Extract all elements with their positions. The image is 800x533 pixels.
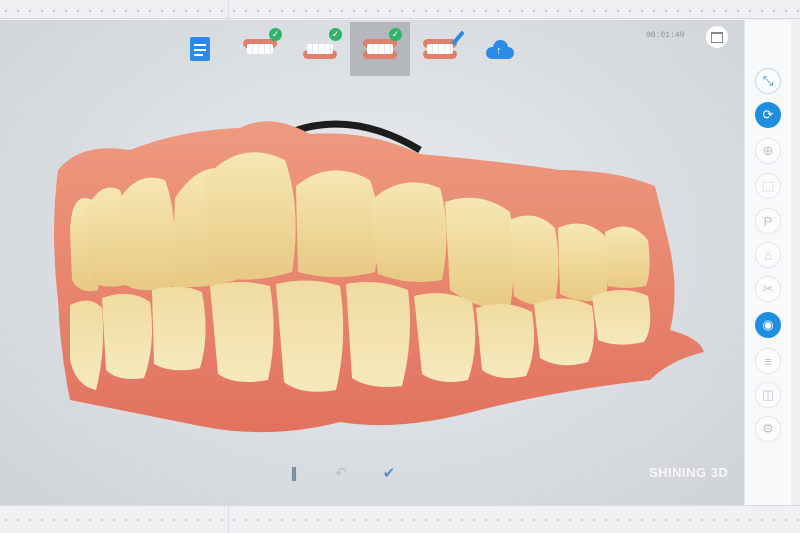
frame-line-bottom — [0, 505, 800, 506]
scan-timer: 00:01:49 — [646, 31, 685, 40]
frame-line-top — [0, 18, 800, 19]
step-bite-scan[interactable]: ✓ — [350, 22, 410, 76]
undo-button[interactable]: ↶ — [328, 460, 354, 486]
right-toolbar: ⤡ ⟳ ⊕ ⬚ P ⌂ ✂ ◉ ≡ ◫ ⚙ — [744, 20, 791, 505]
window-mode-icon[interactable] — [705, 25, 729, 49]
lower-jaw-icon — [303, 39, 337, 59]
dental-scan-model[interactable] — [40, 90, 720, 450]
step-edit[interactable] — [410, 22, 470, 76]
scan-controls: || ↶ ✔ — [280, 460, 402, 486]
brand-watermark: SHINING 3D — [649, 465, 729, 480]
step-upper-jaw-scan[interactable]: ✓ — [230, 22, 290, 76]
align-button[interactable]: ⊕ — [755, 138, 781, 164]
lock-button[interactable]: ⌂ — [755, 242, 781, 268]
step-upload[interactable]: ↑ — [470, 22, 530, 76]
fit-view-button[interactable]: ⤡ — [755, 68, 781, 94]
pause-button[interactable]: || — [280, 460, 306, 486]
check-icon: ✓ — [329, 28, 342, 41]
trim-button[interactable]: ✂ — [755, 276, 781, 302]
workflow-steps: ✓ ✓ ✓ ↑ — [170, 22, 530, 76]
bite-icon — [363, 39, 397, 59]
step-lower-jaw-scan[interactable]: ✓ — [290, 22, 350, 76]
cloud-upload-icon: ↑ — [484, 38, 516, 60]
check-icon: ✓ — [269, 28, 282, 41]
check-icon: ✓ — [389, 28, 402, 41]
section-button[interactable]: ◫ — [755, 382, 781, 408]
step-order-form[interactable] — [170, 22, 230, 76]
settings-button[interactable]: ⚙ — [755, 416, 781, 442]
measure-button[interactable]: ≡ — [755, 348, 781, 374]
upper-jaw-icon — [243, 39, 277, 59]
frame-dots-bottom — [0, 517, 800, 523]
text-note-button[interactable]: P — [755, 208, 781, 234]
tooth-select-button[interactable]: ⬚ — [755, 173, 781, 199]
document-icon — [190, 37, 210, 61]
texture-toggle-button[interactable]: ◉ — [755, 312, 781, 338]
scan-viewport[interactable]: ✓ ✓ ✓ ↑ 00:01:49 SHINING 3D || ↶ ✔ — [0, 20, 744, 505]
confirm-button[interactable]: ✔ — [376, 460, 402, 486]
rotate-view-button[interactable]: ⟳ — [755, 102, 781, 128]
pen-icon — [451, 30, 465, 46]
frame-dots-top — [0, 8, 800, 14]
